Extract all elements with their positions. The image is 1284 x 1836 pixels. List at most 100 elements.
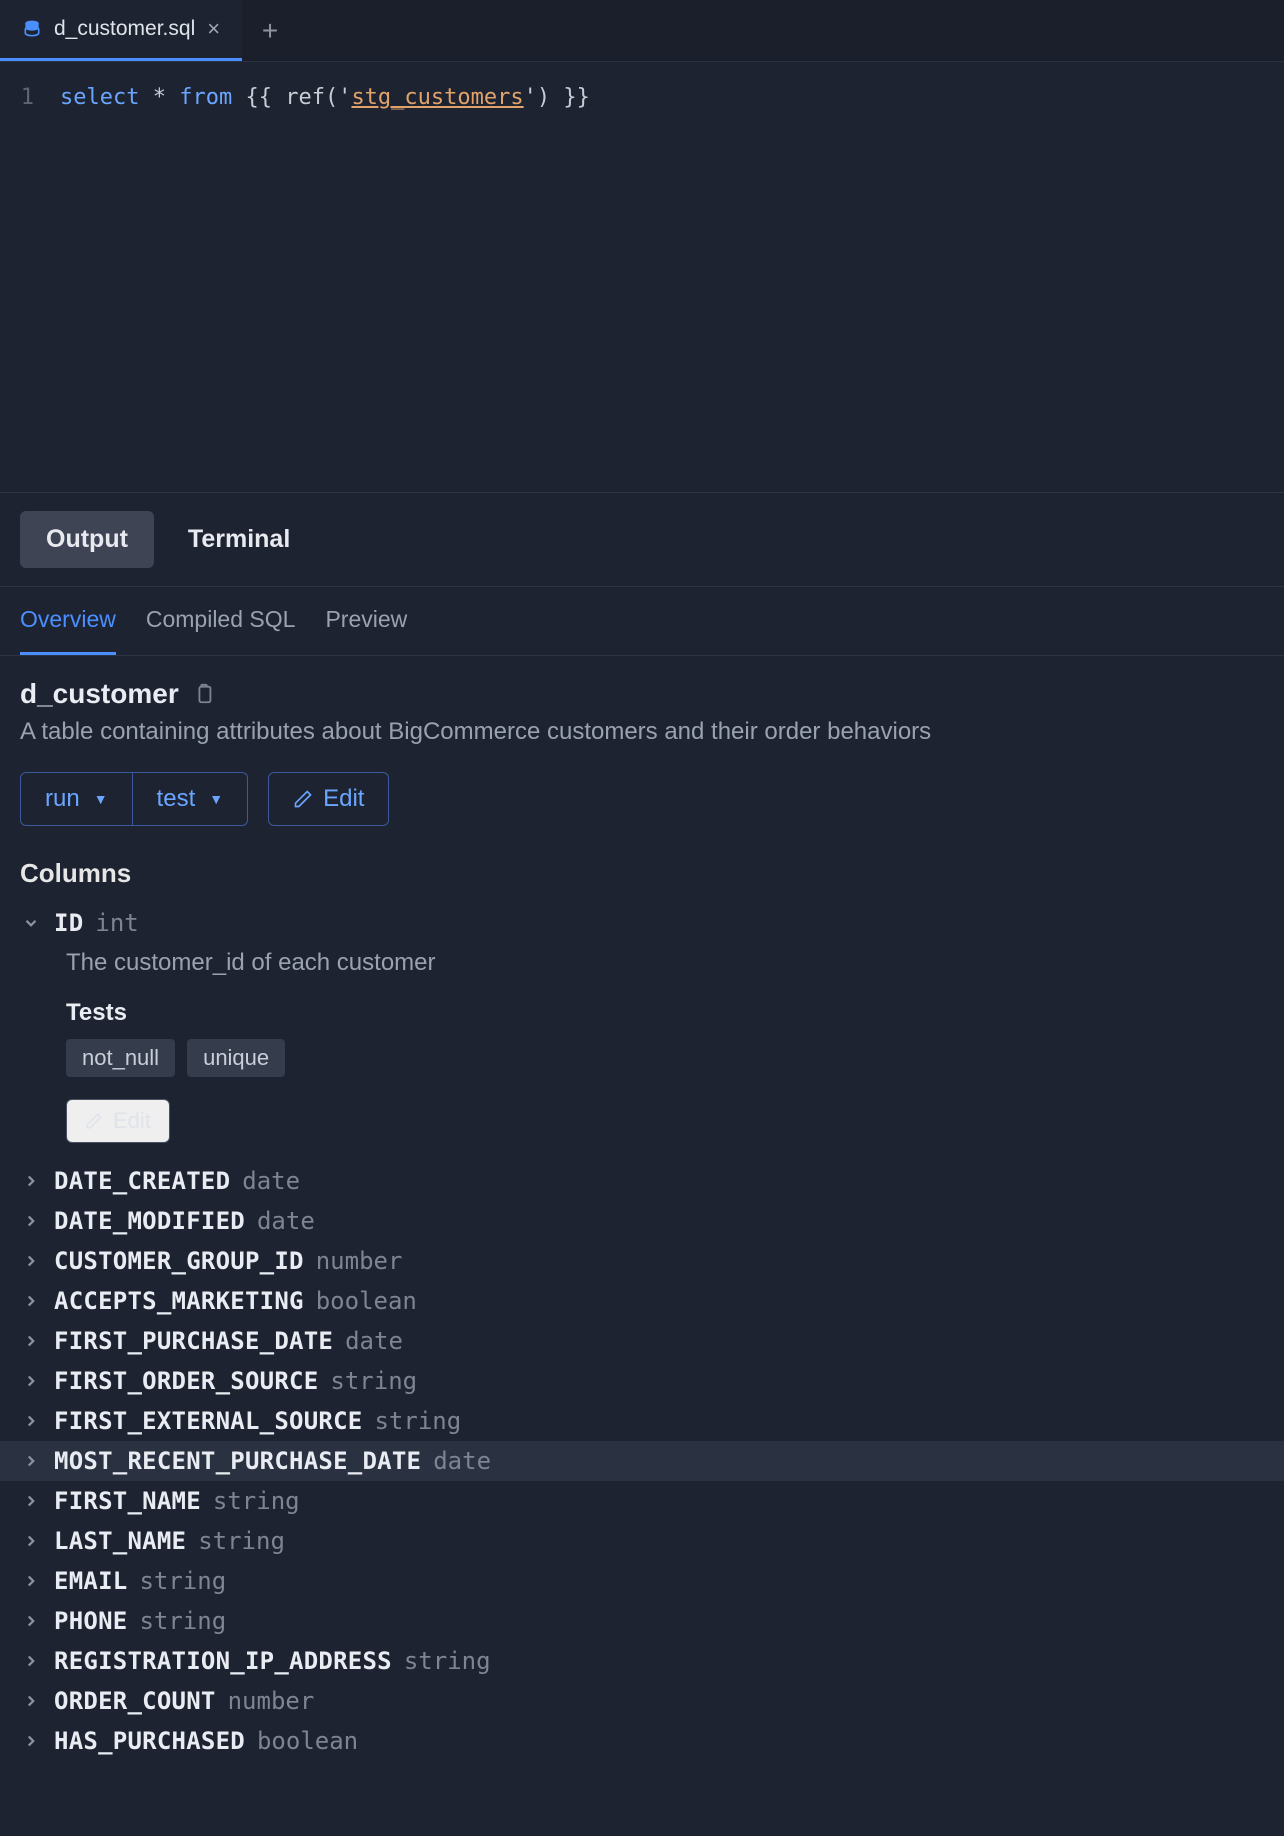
code-line: 1 select * from {{ ref('stg_customers') …: [0, 80, 1284, 115]
column-row[interactable]: PHONE string: [20, 1601, 1264, 1641]
file-tab-active[interactable]: d_customer.sql ×: [0, 0, 242, 61]
column-name: REGISTRATION_IP_ADDRESS: [54, 1647, 392, 1675]
action-buttons: run ▼ test ▼ Edit: [20, 772, 1264, 826]
columns-heading: Columns: [20, 858, 1264, 889]
file-tab-label: d_customer.sql: [54, 17, 195, 41]
model-name: d_customer: [20, 678, 179, 710]
column-name: FIRST_NAME: [54, 1487, 201, 1515]
subtab-preview[interactable]: Preview: [325, 587, 407, 655]
column-type: date: [242, 1167, 300, 1195]
chevron-right-icon: [20, 1652, 42, 1670]
chevron-down-icon: [20, 914, 42, 932]
edit-button[interactable]: Edit: [268, 772, 389, 826]
column-description: The customer_id of each customer: [66, 949, 1264, 977]
chevron-right-icon: [20, 1212, 42, 1230]
code-editor[interactable]: 1 select * from {{ ref('stg_customers') …: [0, 62, 1284, 492]
new-tab-button[interactable]: +: [242, 0, 298, 61]
subtab-compiled-sql[interactable]: Compiled SQL: [146, 587, 296, 655]
chevron-right-icon: [20, 1452, 42, 1470]
test-pill: unique: [187, 1039, 285, 1077]
column-row[interactable]: ORDER_COUNT number: [20, 1681, 1264, 1721]
column-type: date: [345, 1327, 403, 1355]
chevron-right-icon: [20, 1532, 42, 1550]
tests-heading: Tests: [66, 999, 1264, 1027]
file-tabs-bar: d_customer.sql × +: [0, 0, 1284, 62]
chevron-right-icon: [20, 1492, 42, 1510]
column-name: FIRST_ORDER_SOURCE: [54, 1367, 318, 1395]
test-pills: not_null unique: [66, 1039, 1264, 1077]
column-row[interactable]: EMAIL string: [20, 1561, 1264, 1601]
column-name: DATE_CREATED: [54, 1167, 230, 1195]
chevron-right-icon: [20, 1692, 42, 1710]
column-name: PHONE: [54, 1607, 127, 1635]
chevron-right-icon: [20, 1412, 42, 1430]
column-row[interactable]: DATE_CREATED date: [20, 1161, 1264, 1201]
overview-panel: d_customer A table containing attributes…: [0, 656, 1284, 1761]
subtab-overview[interactable]: Overview: [20, 587, 116, 655]
chevron-down-icon: ▼: [94, 791, 108, 807]
column-name: FIRST_PURCHASE_DATE: [54, 1327, 333, 1355]
column-row[interactable]: MOST_RECENT_PURCHASE_DATE date: [0, 1441, 1284, 1481]
column-row[interactable]: FIRST_PURCHASE_DATE date: [20, 1321, 1264, 1361]
column-row[interactable]: LAST_NAME string: [20, 1521, 1264, 1561]
column-row[interactable]: FIRST_EXTERNAL_SOURCE string: [20, 1401, 1264, 1441]
column-row[interactable]: FIRST_ORDER_SOURCE string: [20, 1361, 1264, 1401]
column-name: FIRST_EXTERNAL_SOURCE: [54, 1407, 362, 1435]
test-pill: not_null: [66, 1039, 175, 1077]
column-name: ACCEPTS_MARKETING: [54, 1287, 304, 1315]
ref-link[interactable]: stg_customers: [351, 85, 523, 110]
column-type: string: [374, 1407, 461, 1435]
column-name: LAST_NAME: [54, 1527, 186, 1555]
column-row-expanded[interactable]: ID int: [20, 903, 1264, 943]
output-sub-tabs: Overview Compiled SQL Preview: [0, 586, 1284, 656]
chevron-right-icon: [20, 1332, 42, 1350]
columns-list: ID int The customer_id of each customer …: [20, 903, 1264, 1761]
chevron-right-icon: [20, 1612, 42, 1630]
column-row[interactable]: HAS_PURCHASED boolean: [20, 1721, 1264, 1761]
column-type: date: [433, 1447, 491, 1475]
column-type: number: [228, 1687, 315, 1715]
run-test-group: run ▼ test ▼: [20, 772, 248, 826]
pencil-icon: [293, 789, 313, 809]
chevron-right-icon: [20, 1372, 42, 1390]
column-type: string: [198, 1527, 285, 1555]
column-type: string: [139, 1567, 226, 1595]
column-row[interactable]: REGISTRATION_IP_ADDRESS string: [20, 1641, 1264, 1681]
tab-terminal[interactable]: Terminal: [162, 511, 316, 568]
column-type: string: [213, 1487, 300, 1515]
column-name: EMAIL: [54, 1567, 127, 1595]
column-row[interactable]: ACCEPTS_MARKETING boolean: [20, 1281, 1264, 1321]
run-button[interactable]: run ▼: [20, 772, 133, 826]
model-description: A table containing attributes about BigC…: [20, 718, 1264, 746]
chevron-down-icon: ▼: [209, 791, 223, 807]
column-type: boolean: [257, 1727, 358, 1755]
clipboard-icon[interactable]: [193, 681, 215, 707]
edit-column-button[interactable]: Edit: [66, 1099, 170, 1143]
test-button[interactable]: test ▼: [133, 772, 249, 826]
column-row[interactable]: FIRST_NAME string: [20, 1481, 1264, 1521]
chevron-right-icon: [20, 1292, 42, 1310]
database-icon: [22, 19, 42, 39]
chevron-right-icon: [20, 1572, 42, 1590]
column-type: string: [330, 1367, 417, 1395]
column-type: number: [316, 1247, 403, 1275]
chevron-right-icon: [20, 1172, 42, 1190]
column-detail: The customer_id of each customer Tests n…: [20, 943, 1264, 1161]
column-row[interactable]: CUSTOMER_GROUP_ID number: [20, 1241, 1264, 1281]
code-content: select * from {{ ref('stg_customers') }}: [60, 80, 590, 115]
chevron-right-icon: [20, 1732, 42, 1750]
close-icon[interactable]: ×: [207, 16, 220, 42]
column-type: date: [257, 1207, 315, 1235]
column-type: int: [95, 909, 138, 937]
column-row[interactable]: DATE_MODIFIED date: [20, 1201, 1264, 1241]
column-name: MOST_RECENT_PURCHASE_DATE: [54, 1447, 421, 1475]
column-name: DATE_MODIFIED: [54, 1207, 245, 1235]
column-name: HAS_PURCHASED: [54, 1727, 245, 1755]
column-name: ORDER_COUNT: [54, 1687, 216, 1715]
pencil-icon: [85, 1112, 103, 1130]
tab-output[interactable]: Output: [20, 511, 154, 568]
column-name: ID: [54, 909, 83, 937]
model-title-row: d_customer: [20, 678, 1264, 710]
panel-tabs: Output Terminal: [0, 492, 1284, 586]
line-number: 1: [0, 80, 60, 115]
